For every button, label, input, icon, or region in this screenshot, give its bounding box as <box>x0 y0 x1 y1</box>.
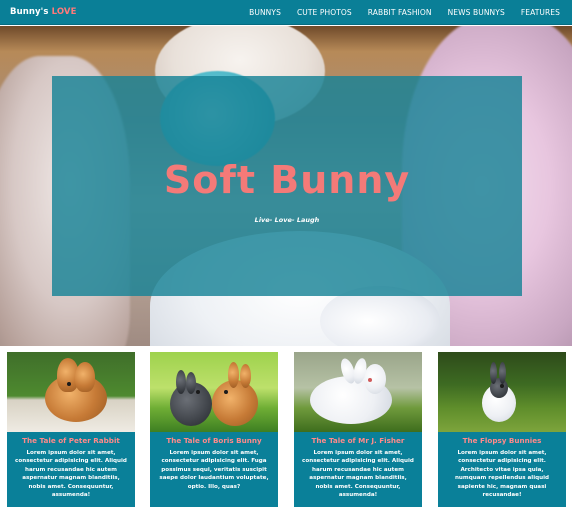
nav-link-rabbit-fashion[interactable]: RABBIT FASHION <box>368 8 432 17</box>
card-boris-bunny[interactable]: The Tale of Boris Bunny Lorem ipsum dolo… <box>150 352 278 507</box>
hero-title: Soft Bunny <box>163 158 411 202</box>
card-title: The Flopsy Bunnies <box>462 436 542 445</box>
card-title: The Tale of Peter Rabbit <box>22 436 120 445</box>
card-photo <box>438 352 566 432</box>
card-text: Lorem ipsum dolor sit amet, consectetur … <box>302 450 414 499</box>
card-row: The Tale of Peter Rabbit Lorem ipsum dol… <box>0 346 572 512</box>
card-text: Lorem ipsum dolor sit amet, consectetur … <box>159 450 269 490</box>
brand-accent: LOVE <box>51 7 77 17</box>
card-flopsy-bunnies[interactable]: The Flopsy Bunnies Lorem ipsum dolor sit… <box>438 352 566 507</box>
hero-overlay: Soft Bunny Live- Love- Laugh <box>52 76 522 296</box>
card-text: Lorem ipsum dolor sit amet, consectetur … <box>454 450 550 499</box>
card-peter-rabbit[interactable]: The Tale of Peter Rabbit Lorem ipsum dol… <box>7 352 135 507</box>
hero-tagline: Live- Love- Laugh <box>254 216 320 224</box>
nav-link-cute-photos[interactable]: CUTE PHOTOS <box>297 8 352 17</box>
nav-link-bunnys[interactable]: BUNNYS <box>249 8 281 17</box>
card-title: The Tale of Boris Bunny <box>166 436 262 445</box>
nav-links: BUNNYS CUTE PHOTOS RABBIT FASHION NEWS B… <box>249 8 560 17</box>
card-photo <box>294 352 422 432</box>
card-text: Lorem ipsum dolor sit amet, consectetur … <box>15 450 127 499</box>
card-photo <box>7 352 135 432</box>
nav-link-features[interactable]: FEATURES <box>521 8 560 17</box>
top-navbar: Bunny's LOVE BUNNYS CUTE PHOTOS RABBIT F… <box>0 0 572 25</box>
card-photo <box>150 352 278 432</box>
card-title: The Tale of Mr J. Fisher <box>311 436 405 445</box>
hero-banner: Soft Bunny Live- Love- Laugh <box>0 26 572 346</box>
brand-logo[interactable]: Bunny's LOVE <box>10 7 77 17</box>
nav-link-news-bunnys[interactable]: NEWS BUNNYS <box>448 8 505 17</box>
card-mr-j-fisher[interactable]: The Tale of Mr J. Fisher Lorem ipsum dol… <box>294 352 422 507</box>
brand-prefix: Bunny's <box>10 7 49 17</box>
